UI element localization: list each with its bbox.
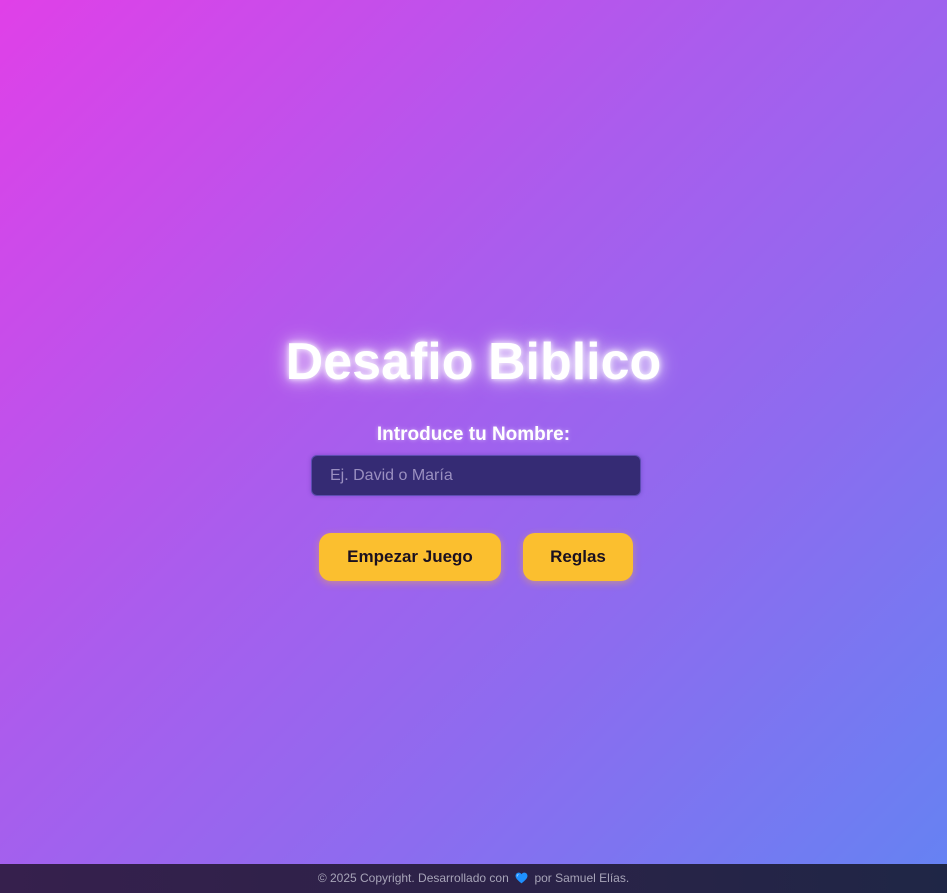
rules-button[interactable]: Reglas: [523, 533, 633, 581]
footer-copyright: © 2025 Copyright. Desarrollado con: [317, 871, 509, 885]
footer-author: por Samuel Elías.: [534, 871, 630, 885]
game-title: Desafio Biblico: [285, 333, 662, 391]
name-label: Introduce tu Nombre:: [376, 424, 571, 445]
start-game-button[interactable]: Empezar Juego: [319, 533, 501, 581]
name-input[interactable]: [311, 455, 641, 496]
footer: © 2025 Copyright. Desarrollado con por S…: [0, 864, 947, 893]
main-screen: Desafio Biblico Introduce tu Nombre: Emp…: [0, 0, 947, 864]
heart-icon: [515, 866, 528, 893]
